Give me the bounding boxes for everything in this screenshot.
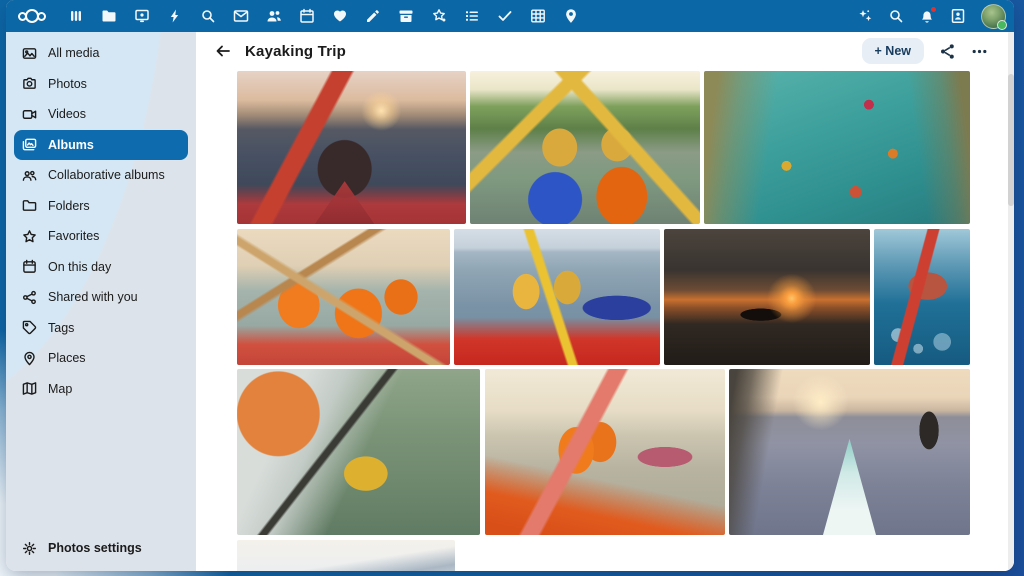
sidebar-item-label: Folders — [48, 199, 90, 213]
photo-tandem-kayak[interactable] — [485, 369, 725, 535]
dashboard-icon[interactable] — [68, 8, 84, 24]
camera-icon — [22, 76, 37, 91]
photo-group-vests[interactable] — [237, 229, 450, 365]
tables-icon[interactable] — [530, 8, 546, 24]
recommendations-icon[interactable] — [431, 8, 447, 24]
new-button[interactable]: + New — [862, 38, 924, 64]
photo-city-kayaks[interactable] — [454, 229, 660, 365]
sidebar-item-videos[interactable]: Videos — [14, 99, 188, 130]
photos-settings-button[interactable]: Photos settings — [14, 533, 188, 563]
album-view: Kayaking Trip + New — [196, 32, 1014, 571]
sidebar-item-shared-with-you[interactable]: Shared with you — [14, 282, 188, 313]
sidebar-item-label: Places — [48, 351, 86, 365]
photo-couple-kayaks[interactable] — [470, 71, 700, 224]
app-shell: All media Photos Videos Albums Collabora… — [6, 32, 1014, 571]
ellipsis-icon[interactable] — [971, 43, 988, 60]
contacts-icon[interactable] — [266, 8, 282, 24]
all-media-icon — [22, 46, 37, 61]
share-icon — [22, 290, 37, 305]
nextcloud-logo[interactable] — [18, 9, 46, 23]
folder-icon — [22, 198, 37, 213]
sidebar-item-all-media[interactable]: All media — [14, 38, 188, 69]
health-icon[interactable] — [332, 8, 348, 24]
mail-icon[interactable] — [233, 8, 249, 24]
notification-dot — [930, 6, 937, 13]
sidebar-item-on-this-day[interactable]: On this day — [14, 252, 188, 283]
sidebar-item-albums[interactable]: Albums — [14, 130, 188, 161]
gear-icon — [22, 541, 37, 556]
maps-icon[interactable] — [563, 8, 579, 24]
sidebar-item-label: Map — [48, 382, 72, 396]
top-bar — [6, 0, 1014, 32]
sidebar-item-favorites[interactable]: Favorites — [14, 221, 188, 252]
user-avatar[interactable] — [981, 4, 1006, 29]
video-icon — [22, 107, 37, 122]
lists-icon[interactable] — [464, 8, 480, 24]
album-header: Kayaking Trip + New — [196, 32, 1014, 70]
sparkles-icon[interactable] — [857, 8, 873, 24]
scrollbar-thumb[interactable] — [1008, 74, 1014, 206]
online-status-dot — [997, 20, 1007, 30]
photo-aerial-river[interactable] — [704, 71, 970, 224]
back-arrow-icon[interactable] — [214, 42, 232, 60]
sidebar-item-photos[interactable]: Photos — [14, 69, 188, 100]
photos-icon[interactable] — [134, 8, 150, 24]
app-launcher — [68, 8, 579, 24]
photo-sunset-paddler[interactable] — [237, 71, 466, 224]
photo-yellow-paddle-closeup[interactable] — [237, 369, 480, 535]
calendar-day-icon — [22, 259, 37, 274]
logo-circle — [25, 9, 39, 23]
albums-icon — [22, 137, 37, 152]
settings-label: Photos settings — [48, 541, 142, 555]
activity-icon[interactable] — [167, 8, 183, 24]
sidebar-item-label: All media — [48, 46, 99, 60]
sidebar-item-folders[interactable]: Folders — [14, 191, 188, 222]
photo-blue-water-paddler[interactable] — [874, 229, 970, 365]
tasks-icon[interactable] — [497, 8, 513, 24]
sidebar-item-label: On this day — [48, 260, 111, 274]
sidebar-item-label: Collaborative albums — [48, 168, 165, 182]
share-icon[interactable] — [939, 43, 956, 60]
magnifier-icon[interactable] — [888, 8, 904, 24]
calendar-icon[interactable] — [299, 8, 315, 24]
top-bar-right — [857, 4, 1006, 29]
bell-icon[interactable] — [919, 8, 935, 24]
deck-icon[interactable] — [398, 8, 414, 24]
sidebar-item-label: Favorites — [48, 229, 99, 243]
sidebar-item-label: Albums — [48, 138, 94, 152]
sidebar-item-label: Tags — [48, 321, 74, 335]
sidebar-item-label: Photos — [48, 77, 87, 91]
sidebar-item-tags[interactable]: Tags — [14, 313, 188, 344]
sidebar-item-label: Shared with you — [48, 290, 138, 304]
search-app-icon[interactable] — [200, 8, 216, 24]
sidebar-item-places[interactable]: Places — [14, 343, 188, 374]
map-icon — [22, 381, 37, 396]
photo-kayak-bow-pov[interactable] — [729, 369, 970, 535]
page-title: Kayaking Trip — [245, 43, 346, 60]
sidebar-item-collaborative-albums[interactable]: Collaborative albums — [14, 160, 188, 191]
people-icon — [22, 168, 37, 183]
files-icon[interactable] — [101, 8, 117, 24]
pin-icon — [22, 351, 37, 366]
sidebar-item-label: Videos — [48, 107, 86, 121]
photos-sidebar: All media Photos Videos Albums Collabora… — [6, 32, 196, 571]
sidebar-item-map[interactable]: Map — [14, 374, 188, 405]
album-actions: + New — [862, 38, 996, 64]
contact-card-icon[interactable] — [950, 8, 966, 24]
tag-icon — [22, 320, 37, 335]
app-window: All media Photos Videos Albums Collabora… — [6, 0, 1014, 571]
photo-winter-lake[interactable] — [237, 540, 455, 571]
star-icon — [22, 229, 37, 244]
photo-sunset-silhouette[interactable] — [664, 229, 870, 365]
photo-grid — [196, 70, 1014, 571]
notes-icon[interactable] — [365, 8, 381, 24]
